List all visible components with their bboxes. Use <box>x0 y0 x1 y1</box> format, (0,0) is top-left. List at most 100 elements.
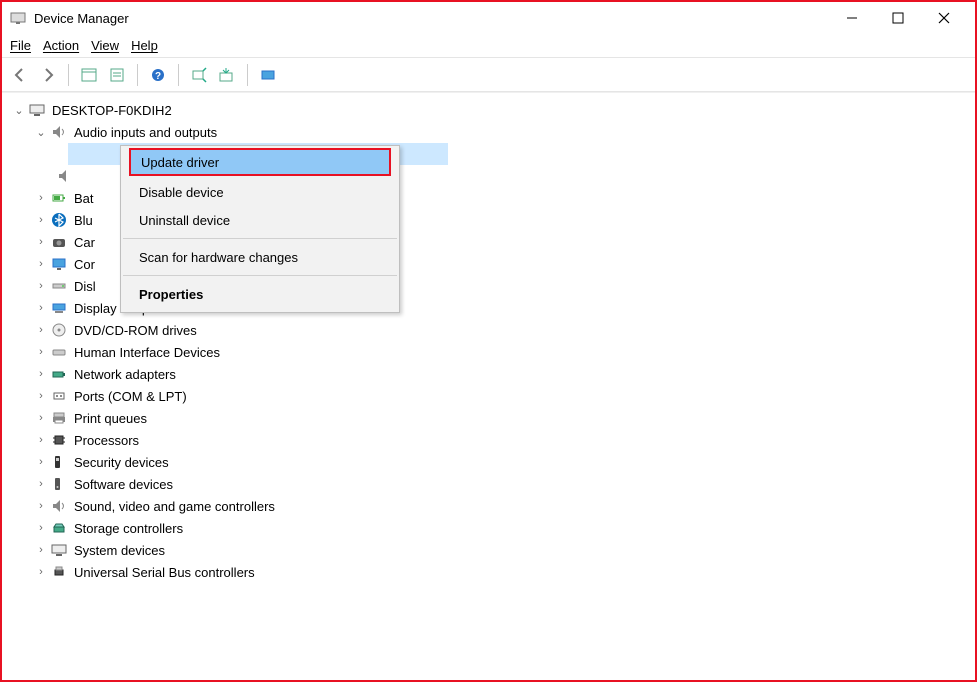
ctx-item-label: Properties <box>139 287 203 302</box>
chevron-right-icon[interactable]: › <box>34 565 48 579</box>
chevron-right-icon[interactable]: › <box>34 213 48 227</box>
tree-category-system[interactable]: › System devices <box>6 539 971 561</box>
chevron-right-icon[interactable]: › <box>34 345 48 359</box>
tree-category-label: Audio inputs and outputs <box>74 125 217 140</box>
update-driver-toolbar-button[interactable] <box>215 63 239 87</box>
tree-category-network[interactable]: › Network adapters <box>6 363 971 385</box>
tree-category-label: Blu <box>74 213 93 228</box>
menu-action[interactable]: Action <box>43 38 79 53</box>
dvd-drive-icon <box>50 321 68 339</box>
tree-root[interactable]: ⌄ DESKTOP-F0KDIH2 <box>6 99 971 121</box>
hid-icon <box>50 343 68 361</box>
ctx-uninstall-device[interactable]: Uninstall device <box>121 206 399 234</box>
ctx-update-driver[interactable]: Update driver <box>129 148 391 176</box>
tree-category-ports[interactable]: › Ports (COM & LPT) <box>6 385 971 407</box>
ctx-item-label: Scan for hardware changes <box>139 250 298 265</box>
tree-category-label: System devices <box>74 543 165 558</box>
ctx-item-label: Update driver <box>141 155 219 170</box>
chevron-down-icon[interactable]: ⌄ <box>34 125 48 139</box>
tree-category-hid[interactable]: › Human Interface Devices <box>6 341 971 363</box>
ctx-scan-hardware[interactable]: Scan for hardware changes <box>121 243 399 271</box>
chevron-right-icon[interactable]: › <box>34 367 48 381</box>
ctx-separator <box>123 238 397 239</box>
tree-root-label: DESKTOP-F0KDIH2 <box>52 103 172 118</box>
chevron-right-icon[interactable]: › <box>34 455 48 469</box>
close-button[interactable] <box>921 2 967 34</box>
menubar: File Action View Help <box>2 34 975 58</box>
tree-category-label: Security devices <box>74 455 169 470</box>
chevron-right-icon[interactable]: › <box>34 301 48 315</box>
chevron-right-icon[interactable]: › <box>34 477 48 491</box>
devices-by-type-button[interactable] <box>256 63 280 87</box>
tree-category-print-queues[interactable]: › Print queues <box>6 407 971 429</box>
tree-category-dvd[interactable]: › DVD/CD-ROM drives <box>6 319 971 341</box>
menu-view[interactable]: View <box>91 38 119 53</box>
properties-button[interactable] <box>105 63 129 87</box>
disk-drive-icon <box>50 277 68 295</box>
port-icon <box>50 387 68 405</box>
device-tree: ⌄ DESKTOP-F0KDIH2 ⌄ Audio inputs and out… <box>2 92 975 680</box>
tree-category-label: Print queues <box>74 411 147 426</box>
show-hide-tree-button[interactable] <box>77 63 101 87</box>
context-menu: Update driver Disable device Uninstall d… <box>120 145 400 313</box>
toolbar-separator <box>137 64 138 86</box>
chevron-right-icon[interactable]: › <box>34 257 48 271</box>
chevron-right-icon[interactable]: › <box>34 543 48 557</box>
chevron-right-icon[interactable]: › <box>34 433 48 447</box>
maximize-button[interactable] <box>875 2 921 34</box>
printer-icon <box>50 409 68 427</box>
speaker-icon <box>50 123 68 141</box>
chevron-right-icon[interactable]: › <box>34 323 48 337</box>
tree-category-label: Sound, video and game controllers <box>74 499 275 514</box>
tree-category-software[interactable]: › Software devices <box>6 473 971 495</box>
tree-category-audio[interactable]: ⌄ Audio inputs and outputs <box>6 121 971 143</box>
toolbar: ? <box>2 58 975 92</box>
tree-category-sound[interactable]: › Sound, video and game controllers <box>6 495 971 517</box>
tree-category-label: Processors <box>74 433 139 448</box>
ctx-separator <box>123 275 397 276</box>
tree-category-security[interactable]: › Security devices <box>6 451 971 473</box>
minimize-button[interactable] <box>829 2 875 34</box>
scan-hardware-button[interactable] <box>187 63 211 87</box>
processor-icon <box>50 431 68 449</box>
ctx-properties[interactable]: Properties <box>121 280 399 308</box>
chevron-right-icon[interactable]: › <box>34 279 48 293</box>
chevron-right-icon[interactable]: › <box>34 499 48 513</box>
tree-category-storage[interactable]: › Storage controllers <box>6 517 971 539</box>
tree-category-label: Universal Serial Bus controllers <box>74 565 255 580</box>
window-title: Device Manager <box>34 11 129 26</box>
tree-category-label: DVD/CD-ROM drives <box>74 323 197 338</box>
ctx-disable-device[interactable]: Disable device <box>121 178 399 206</box>
ctx-item-label: Uninstall device <box>139 213 230 228</box>
chevron-right-icon[interactable]: › <box>34 191 48 205</box>
forward-button[interactable] <box>36 63 60 87</box>
tree-category-processors[interactable]: › Processors <box>6 429 971 451</box>
computer-icon <box>28 101 46 119</box>
system-device-icon <box>50 541 68 559</box>
chevron-right-icon[interactable]: › <box>34 521 48 535</box>
chevron-right-icon[interactable]: › <box>34 411 48 425</box>
chevron-right-icon[interactable]: › <box>34 389 48 403</box>
tree-category-label: Car <box>74 235 95 250</box>
toolbar-separator <box>178 64 179 86</box>
back-button[interactable] <box>8 63 32 87</box>
security-device-icon <box>50 453 68 471</box>
help-button[interactable]: ? <box>146 63 170 87</box>
tree-category-label: Ports (COM & LPT) <box>74 389 187 404</box>
titlebar: Device Manager <box>2 2 975 34</box>
network-adapter-icon <box>50 365 68 383</box>
tree-category-label: Network adapters <box>74 367 176 382</box>
toolbar-separator <box>68 64 69 86</box>
tree-category-label: Disl <box>74 279 96 294</box>
sound-controller-icon <box>50 497 68 515</box>
menu-file[interactable]: File <box>10 38 31 53</box>
menu-help[interactable]: Help <box>131 38 158 53</box>
monitor-icon <box>50 255 68 273</box>
usb-controller-icon <box>50 563 68 581</box>
tree-category-label: Cor <box>74 257 95 272</box>
tree-category-usb[interactable]: › Universal Serial Bus controllers <box>6 561 971 583</box>
bluetooth-icon <box>50 211 68 229</box>
chevron-down-icon[interactable]: ⌄ <box>12 103 26 117</box>
chevron-right-icon[interactable]: › <box>34 235 48 249</box>
toolbar-separator <box>247 64 248 86</box>
